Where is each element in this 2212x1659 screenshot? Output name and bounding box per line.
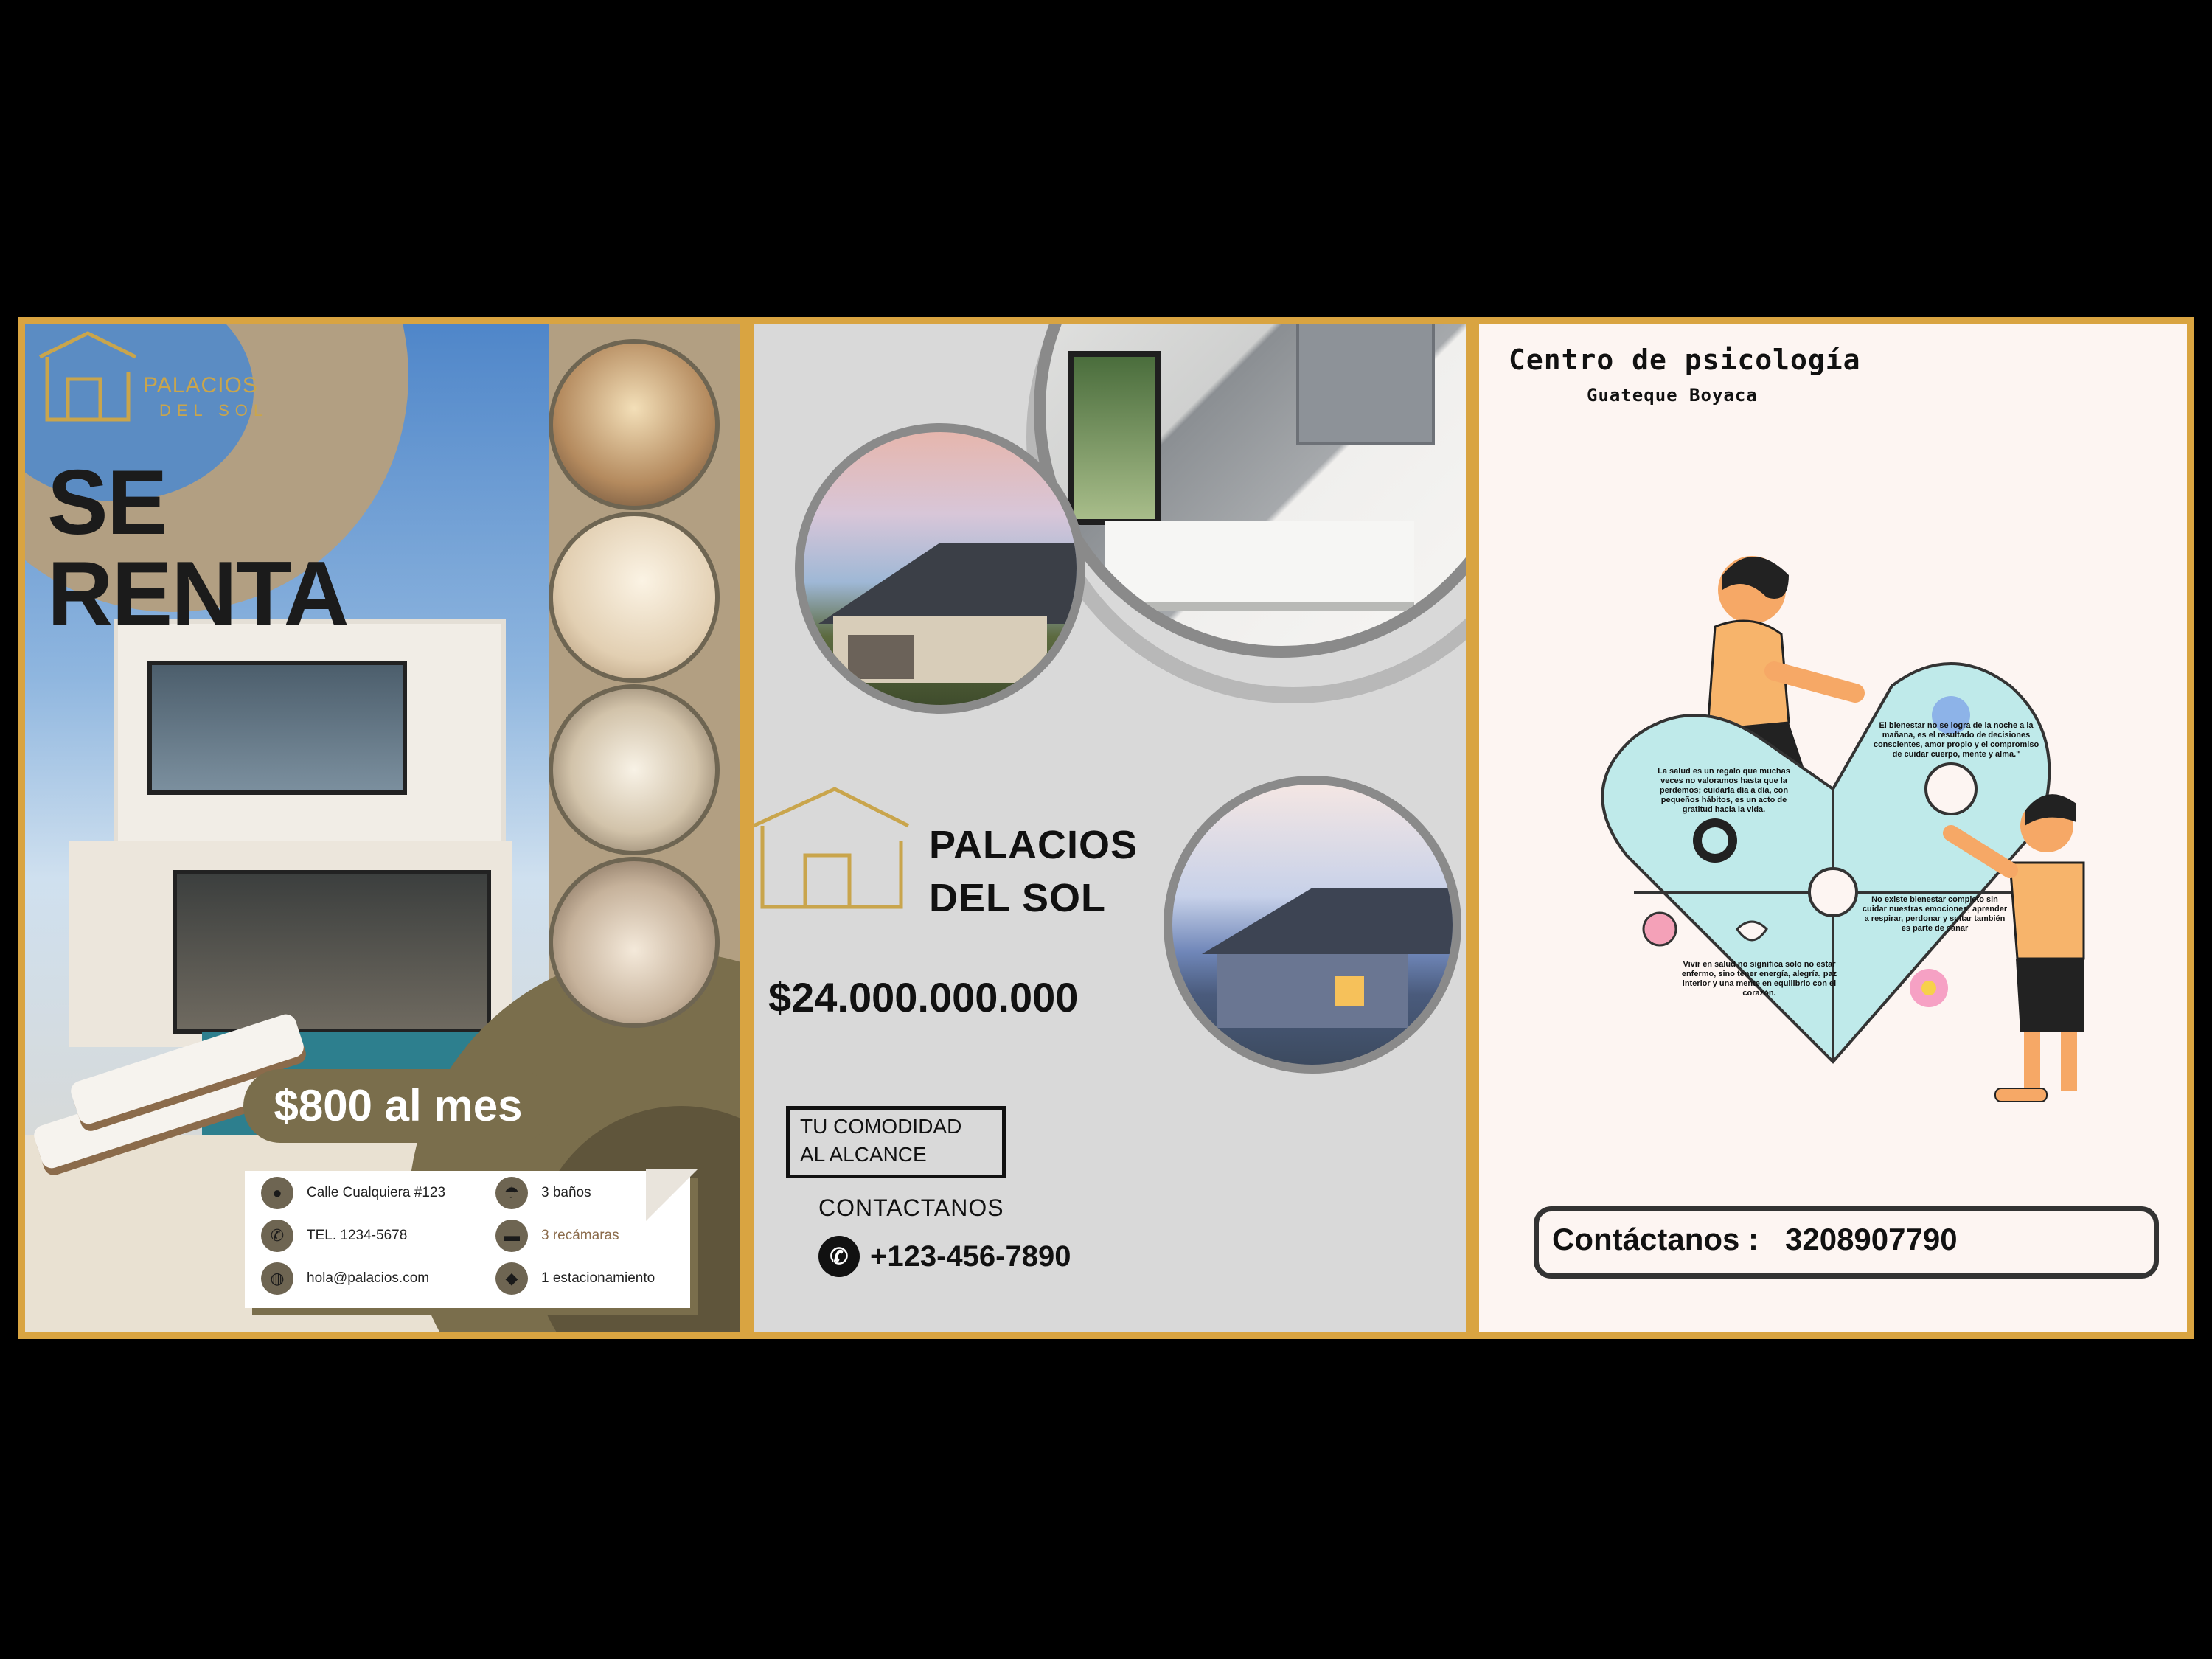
tagline-line1: TU COMODIDAD	[800, 1115, 962, 1138]
house-photo-evening	[1164, 776, 1461, 1074]
house-logo-icon	[754, 787, 910, 909]
contact-label: CONTACTANOS	[818, 1194, 1004, 1221]
phone-row: ✆ TEL. 1234-5678	[261, 1220, 407, 1252]
headline: SE RENTA	[47, 452, 349, 645]
shower-icon: ☂	[495, 1177, 528, 1209]
contact-phone: 3208907790	[1785, 1222, 1958, 1256]
info-card: ● Calle Cualquiera #123 ✆ TEL. 1234-5678…	[245, 1169, 698, 1308]
contact-box: Contáctanos : 3208907790	[1534, 1206, 2159, 1279]
bedrooms-row: ▬ 3 recámaras	[495, 1220, 619, 1252]
heart-puzzle-icon	[1601, 556, 2085, 1102]
phone-icon: ✆	[261, 1220, 293, 1252]
bed-icon: ▬	[495, 1220, 528, 1252]
phone-text: TEL. 1234-5678	[307, 1228, 408, 1243]
globe-icon: ◍	[261, 1262, 293, 1295]
brand-line1: PALACIOS	[929, 823, 1138, 867]
puzzle-text-bottom-right: No existe bienestar completo sin cuidar …	[1862, 895, 2008, 933]
center-location: Guateque Boyaca	[1587, 385, 1758, 406]
tagline-box: TU COMODIDAD AL ALCANCE	[786, 1106, 1006, 1178]
phone-icon: ✆	[818, 1236, 860, 1277]
brand-subname: DEL SOL	[159, 401, 269, 420]
hall-photo-thumb	[549, 857, 720, 1028]
rent-flyer: PALACIOS DEL SOL SE RENTA $800 al mes ● …	[25, 324, 740, 1332]
bedroom-photo-thumb	[549, 339, 720, 510]
house-photo-dusk	[795, 423, 1085, 714]
email-row: ◍ hola@palacios.com	[261, 1262, 429, 1295]
puzzle-text-top-right: El bienestar no se logra de la noche a l…	[1873, 721, 2039, 759]
contact-label: Contáctanos :	[1552, 1222, 1759, 1256]
baths-text: 3 baños	[541, 1185, 591, 1200]
car-icon: ◆	[495, 1262, 528, 1295]
headline-line2: RENTA	[47, 543, 349, 645]
rent-price: $800 al mes	[243, 1069, 553, 1143]
location-pin-icon: ●	[261, 1177, 293, 1209]
page-fold	[646, 1169, 698, 1221]
puzzle-text-left: La salud es un regalo que muchas veces n…	[1658, 767, 1790, 814]
brand-name: PALACIOS	[143, 373, 258, 397]
address-row: ● Calle Cualquiera #123	[261, 1177, 445, 1209]
center-title: Centro de psicología	[1509, 344, 1861, 376]
house-logo-icon	[38, 331, 137, 422]
parking-text: 1 estacionamiento	[541, 1270, 655, 1286]
parking-row: ◆ 1 estacionamiento	[495, 1262, 655, 1295]
sale-price: $24.000.000.000	[768, 974, 1079, 1020]
flyers-frame: PALACIOS DEL SOL SE RENTA $800 al mes ● …	[18, 317, 2194, 1339]
heart-puzzle-illustration: El bienestar no se logra de la noche a l…	[1568, 546, 2098, 1106]
headline-line1: SE	[47, 452, 167, 554]
living-photo-thumb	[549, 512, 720, 683]
brand-name: PALACIOS DEL SOL	[929, 818, 1138, 925]
brand-line2: DEL SOL	[929, 876, 1107, 920]
address-text: Calle Cualquiera #123	[307, 1185, 446, 1200]
kitchen-photo-thumb	[549, 684, 720, 855]
sale-flyer: PALACIOS DEL SOL $24.000.000.000 TU COMO…	[754, 324, 1466, 1332]
palacios-logo: PALACIOS DEL SOL	[32, 327, 262, 434]
email-text: hola@palacios.com	[307, 1270, 430, 1286]
bedrooms-text: 3 recámaras	[541, 1228, 619, 1243]
baths-row: ☂ 3 baños	[495, 1177, 591, 1209]
phone-number: +123-456-7890	[870, 1239, 1071, 1273]
palacios-logo	[754, 782, 916, 918]
puzzle-text-bottom-left: Vivir en salud no significa solo no esta…	[1681, 960, 1837, 998]
tagline-line2: AL ALCANCE	[800, 1143, 927, 1166]
modern-house-photo	[69, 575, 512, 1047]
phone-row: ✆ +123-456-7890	[818, 1236, 1071, 1277]
psychology-flyer: Centro de psicología Guateque Boyaca El …	[1479, 324, 2187, 1332]
